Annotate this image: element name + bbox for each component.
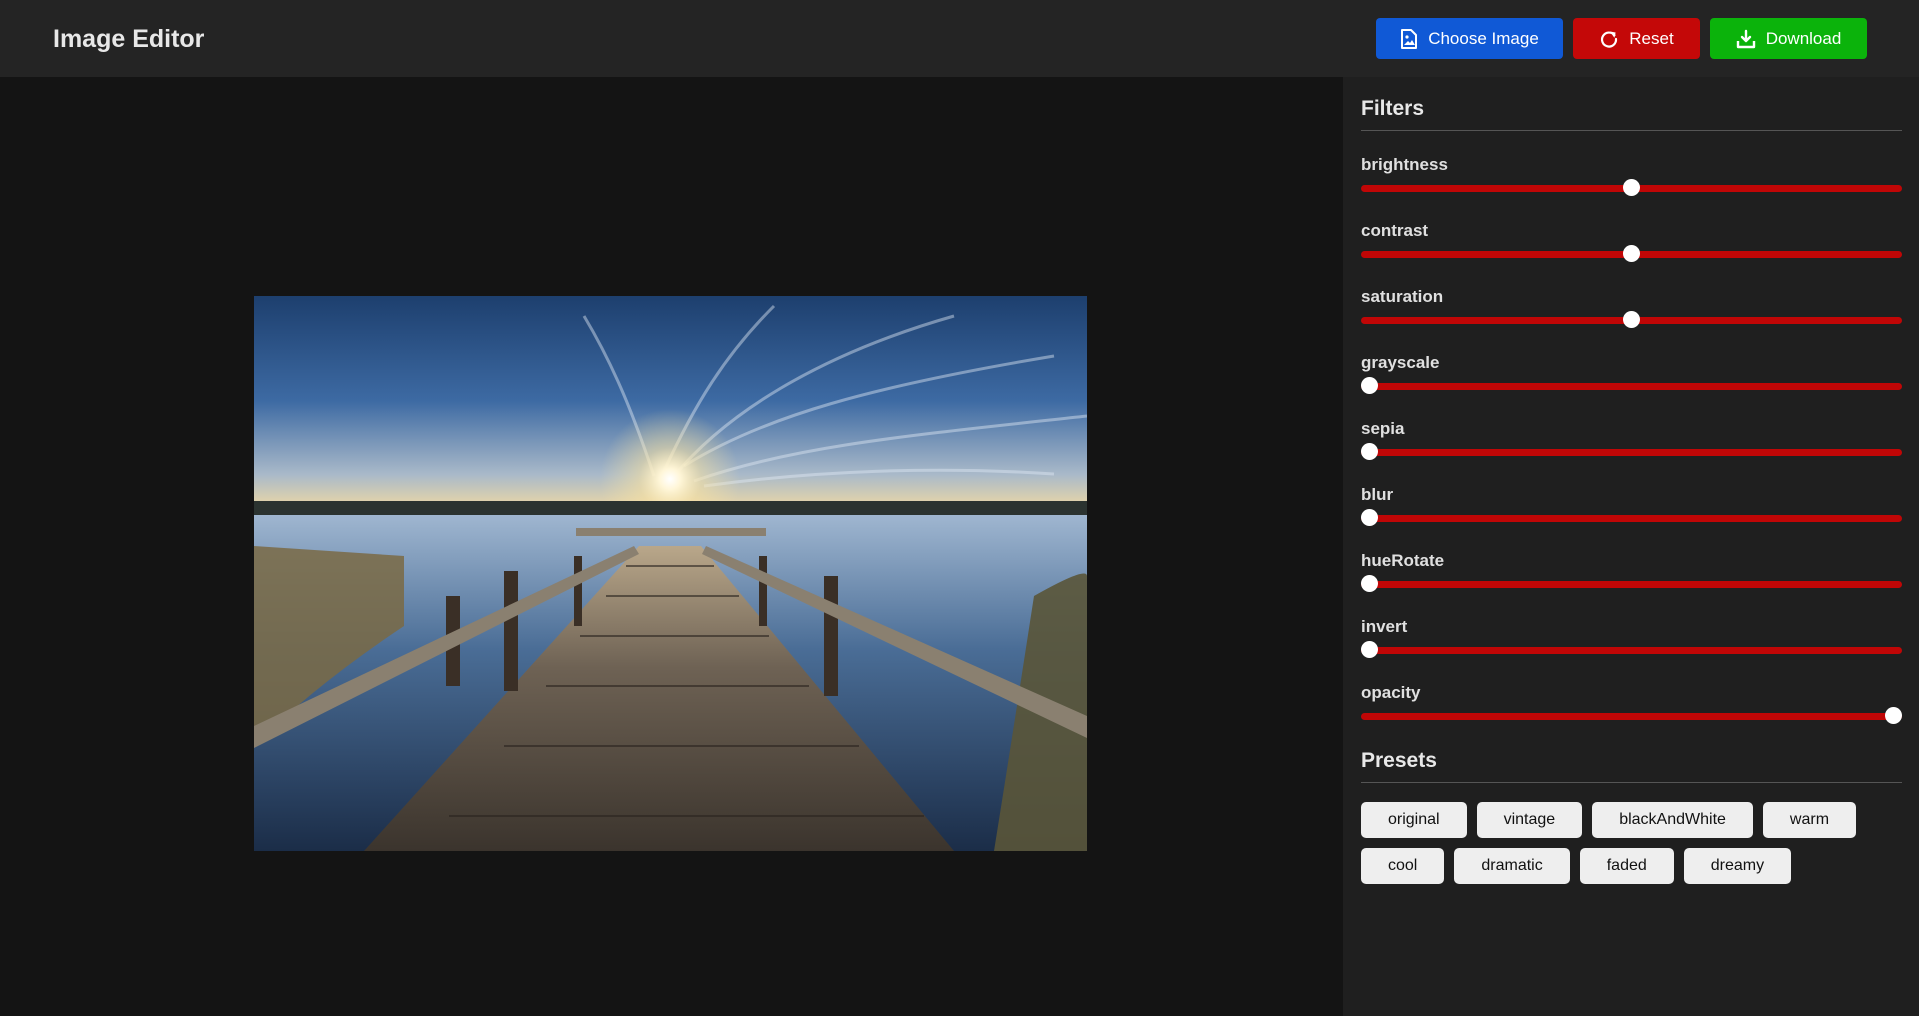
saturation-slider[interactable] xyxy=(1361,310,1902,330)
filter-grayscale: grayscale xyxy=(1361,353,1902,413)
grayscale-slider[interactable] xyxy=(1361,376,1902,396)
preset-original[interactable]: original xyxy=(1361,802,1467,838)
invert-slider[interactable] xyxy=(1361,640,1902,660)
reset-button[interactable]: Reset xyxy=(1573,18,1700,59)
slider-track xyxy=(1361,581,1902,588)
preset-list: original vintage blackAndWhite warm cool dram… xyxy=(1361,802,1902,884)
filter-contrast: contrast xyxy=(1361,221,1902,281)
filter-label: sepia xyxy=(1361,419,1405,438)
filter-blur: blur xyxy=(1361,485,1902,545)
slider-thumb[interactable] xyxy=(1623,179,1640,196)
filter-brightness: brightness xyxy=(1361,155,1902,215)
image-canvas xyxy=(0,77,1343,1016)
filter-label: grayscale xyxy=(1361,353,1440,372)
contrast-slider[interactable] xyxy=(1361,244,1902,264)
preset-vintage[interactable]: vintage xyxy=(1476,802,1583,838)
slider-thumb[interactable] xyxy=(1361,377,1378,394)
choose-image-label: Choose Image xyxy=(1428,28,1539,48)
preset-blackAndWhite[interactable]: blackAndWhite xyxy=(1592,802,1753,838)
slider-track xyxy=(1361,713,1902,720)
filter-saturation: saturation xyxy=(1361,287,1902,347)
hueRotate-slider[interactable] xyxy=(1361,574,1902,594)
blur-slider[interactable] xyxy=(1361,508,1902,528)
presets-title: Presets xyxy=(1361,749,1902,783)
slider-thumb[interactable] xyxy=(1361,641,1378,658)
sidebar: Filters brightness contrast saturation gray… xyxy=(1343,77,1919,1016)
toolbar: Choose Image Reset Download xyxy=(1376,18,1867,59)
slider-thumb[interactable] xyxy=(1361,509,1378,526)
slider-thumb[interactable] xyxy=(1361,443,1378,460)
slider-track xyxy=(1361,647,1902,654)
download-label: Download xyxy=(1765,28,1842,48)
slider-track xyxy=(1361,383,1902,390)
slider-thumb[interactable] xyxy=(1623,245,1640,262)
image-file-icon xyxy=(1400,28,1418,49)
filters-title: Filters xyxy=(1361,97,1902,131)
slider-thumb[interactable] xyxy=(1361,575,1378,592)
download-icon xyxy=(1736,29,1756,49)
preset-dreamy[interactable]: dreamy xyxy=(1683,848,1792,884)
refresh-icon xyxy=(1599,29,1619,49)
reset-label: Reset xyxy=(1629,28,1674,48)
filter-label: opacity xyxy=(1361,683,1421,702)
filter-sepia: sepia xyxy=(1361,419,1902,479)
slider-track xyxy=(1361,449,1902,456)
preset-warm[interactable]: warm xyxy=(1762,802,1857,838)
brightness-slider[interactable] xyxy=(1361,178,1902,198)
filter-label: contrast xyxy=(1361,221,1429,240)
filter-invert: invert xyxy=(1361,617,1902,677)
slider-thumb[interactable] xyxy=(1885,707,1902,724)
filter-label: invert xyxy=(1361,617,1408,636)
choose-image-button[interactable]: Choose Image xyxy=(1376,18,1563,59)
slider-track xyxy=(1361,515,1902,522)
filter-label: blur xyxy=(1361,485,1394,504)
download-button[interactable]: Download xyxy=(1710,18,1867,59)
preset-dramatic[interactable]: dramatic xyxy=(1454,848,1570,884)
preset-cool[interactable]: cool xyxy=(1361,848,1445,884)
app-header: Image Editor Choose Image Reset Download xyxy=(0,0,1919,77)
filter-label: brightness xyxy=(1361,155,1448,174)
app-title: Image Editor xyxy=(53,25,205,53)
edited-photo xyxy=(254,296,1087,851)
slider-thumb[interactable] xyxy=(1623,311,1640,328)
filter-label: saturation xyxy=(1361,287,1444,306)
sepia-slider[interactable] xyxy=(1361,442,1902,462)
filter-hueRotate: hueRotate xyxy=(1361,551,1902,611)
filter-label: hueRotate xyxy=(1361,551,1445,570)
opacity-slider[interactable] xyxy=(1361,706,1902,726)
preset-faded[interactable]: faded xyxy=(1579,848,1674,884)
filter-opacity: opacity xyxy=(1361,683,1902,743)
